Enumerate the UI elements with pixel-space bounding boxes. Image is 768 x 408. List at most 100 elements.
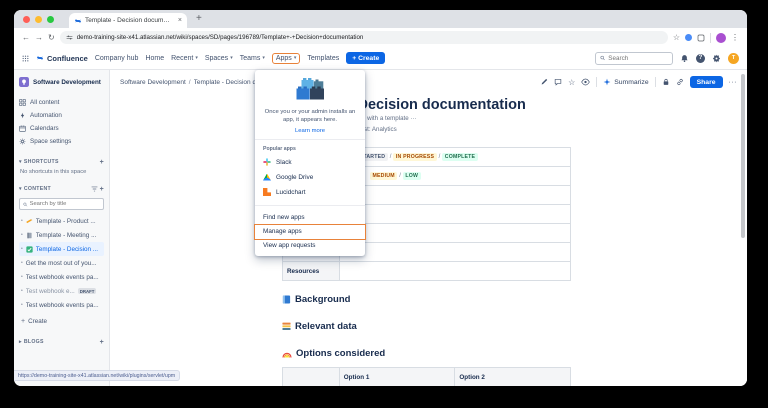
status-lozenge[interactable]: COMPLETE: [442, 153, 477, 161]
google-drive-icon: [263, 174, 271, 181]
options-table: Option 1 Option 2: [282, 367, 571, 386]
bullet: •: [21, 260, 23, 266]
nav-recent[interactable]: Recent▾: [171, 55, 198, 62]
lucidchart-icon: [263, 188, 271, 196]
tree-item-get-the-most[interactable]: • Get the most out of you...: [19, 256, 104, 270]
breadcrumb-space[interactable]: Software Development: [120, 79, 186, 86]
add-shortcut-icon[interactable]: +: [100, 159, 104, 166]
status-lozenge[interactable]: IN PROGRESS: [393, 153, 436, 161]
space-header[interactable]: Software Development: [19, 77, 104, 87]
summarize-button[interactable]: Summarize: [603, 78, 648, 86]
chevron-down-icon: ▾: [19, 186, 22, 192]
site-settings-icon: [66, 33, 73, 42]
global-search[interactable]: [595, 52, 673, 65]
sidebar-item-calendars[interactable]: Calendars: [19, 122, 104, 135]
menu-item-view-app-requests[interactable]: View app requests: [255, 239, 365, 253]
nav-company-hub[interactable]: Company hub: [95, 55, 139, 62]
sidebar-item-automation[interactable]: Automation: [19, 109, 104, 122]
create-button[interactable]: + Create: [346, 52, 385, 64]
shortcuts-section-header[interactable]: ▾ SHORTCUTS +: [19, 156, 104, 168]
extension-icon[interactable]: [685, 34, 692, 41]
apps-dropdown-menu: Once you or your admin installs an app, …: [255, 70, 365, 256]
add-blog-icon[interactable]: +: [100, 339, 104, 346]
nav-templates[interactable]: Templates: [307, 55, 339, 62]
tree-item-webhook-draft[interactable]: • Test webhook e... DRAFT: [19, 284, 104, 298]
bullet: •: [21, 218, 23, 224]
browser-menu-icon[interactable]: ⋮: [731, 33, 739, 42]
lightning-icon: [19, 112, 26, 119]
scrollbar[interactable]: [741, 74, 745, 238]
menu-item-find-new-apps[interactable]: Find new apps: [255, 211, 365, 225]
learn-more-link[interactable]: Learn more: [255, 128, 365, 134]
nav-spaces[interactable]: Spaces▾: [205, 55, 233, 62]
browser-window: Template - Decision docum… × + ← → ↻ dem…: [14, 10, 747, 386]
menu-item-google-drive[interactable]: Google Drive: [255, 170, 365, 185]
tab-title: Template - Decision docum…: [85, 17, 175, 24]
edit-pencil-icon[interactable]: [540, 78, 548, 86]
chart-icon: [282, 322, 291, 331]
add-content-icon[interactable]: +: [100, 186, 104, 193]
new-tab-button[interactable]: +: [196, 13, 202, 24]
section-heading-options-considered: Options considered: [282, 348, 385, 359]
restrictions-lock-icon[interactable]: [662, 78, 670, 86]
tree-item-template-decision[interactable]: • Template - Decision ...: [19, 242, 104, 256]
content-section-header[interactable]: ▾ CONTENT +: [19, 183, 104, 195]
watch-eye-icon[interactable]: [581, 78, 590, 86]
section-heading-relevant-data: Relevant data: [282, 321, 357, 332]
sidebar-search-input[interactable]: [30, 201, 100, 207]
sidebar-search[interactable]: [19, 198, 104, 210]
options-header-row: Option 1 Option 2: [283, 368, 571, 387]
confluence-favicon: [74, 17, 82, 25]
copy-link-icon[interactable]: [676, 78, 684, 86]
comment-icon[interactable]: [554, 78, 562, 86]
tree-item-template-meeting[interactable]: • Template - Meeting ...: [19, 228, 104, 242]
menu-item-slack[interactable]: Slack: [255, 155, 365, 170]
status-lozenge[interactable]: LOW: [403, 172, 421, 180]
tab-strip: Template - Decision docum… × +: [14, 10, 747, 28]
settings-gear-icon[interactable]: [712, 54, 721, 63]
search-input[interactable]: [608, 55, 668, 62]
nav-apps[interactable]: Apps▾: [272, 53, 300, 64]
menu-item-manage-apps[interactable]: Manage apps: [255, 225, 365, 239]
draft-badge: DRAFT: [78, 288, 97, 294]
extensions-menu-icon[interactable]: [697, 34, 705, 42]
address-bar[interactable]: demo-training-site-x41.atlassian.net/wik…: [60, 31, 668, 44]
tree-item-webhook-1[interactable]: • Test webhook events pa...: [19, 270, 104, 284]
bullet: •: [21, 302, 23, 308]
slack-icon: [263, 158, 271, 166]
browser-tab[interactable]: Template - Decision docum… ×: [69, 13, 187, 28]
sidebar-item-all-content[interactable]: All content: [19, 96, 104, 109]
share-button[interactable]: Share: [690, 76, 723, 88]
status-lozenge[interactable]: MEDIUM: [370, 172, 397, 180]
zoom-window-button[interactable]: [47, 16, 54, 23]
tree-item-template-product[interactable]: • Template - Product ...: [19, 214, 104, 228]
sidebar-create-button[interactable]: + Create: [19, 314, 104, 328]
notifications-bell-icon[interactable]: [680, 54, 689, 63]
user-avatar[interactable]: T: [728, 53, 739, 64]
app-switcher-icon[interactable]: [22, 55, 29, 62]
help-icon[interactable]: ?: [696, 54, 705, 63]
rainbow-icon: [282, 349, 292, 358]
tab-close-icon[interactable]: ×: [178, 17, 182, 24]
bookmark-star-icon[interactable]: ☆: [673, 33, 680, 42]
close-window-button[interactable]: [23, 16, 30, 23]
gear-icon: [19, 138, 26, 145]
space-sidebar: Software Development All content Automat…: [14, 70, 110, 386]
star-icon[interactable]: ☆: [568, 78, 575, 87]
nav-teams[interactable]: Teams▾: [240, 55, 265, 62]
blogs-section-header[interactable]: ▸ BLOGS +: [19, 336, 104, 348]
minimize-window-button[interactable]: [35, 16, 42, 23]
nav-home[interactable]: Home: [145, 55, 164, 62]
filter-icon[interactable]: [91, 186, 98, 192]
forward-icon[interactable]: →: [35, 33, 43, 42]
menu-item-lucidchart[interactable]: Lucidchart: [255, 185, 365, 200]
back-icon[interactable]: ←: [22, 33, 30, 42]
confluence-logo[interactable]: Confluence: [36, 54, 88, 63]
sidebar-item-space-settings[interactable]: Space settings: [19, 135, 104, 148]
chevron-right-icon: ▸: [19, 339, 22, 345]
page-content: Software Development / Template - Decisi…: [110, 70, 747, 386]
more-actions-icon[interactable]: ···: [729, 79, 738, 86]
browser-profile-avatar[interactable]: [716, 33, 726, 43]
tree-item-webhook-2[interactable]: • Test webhook events pa...: [19, 298, 104, 312]
reload-icon[interactable]: ↻: [48, 33, 55, 42]
